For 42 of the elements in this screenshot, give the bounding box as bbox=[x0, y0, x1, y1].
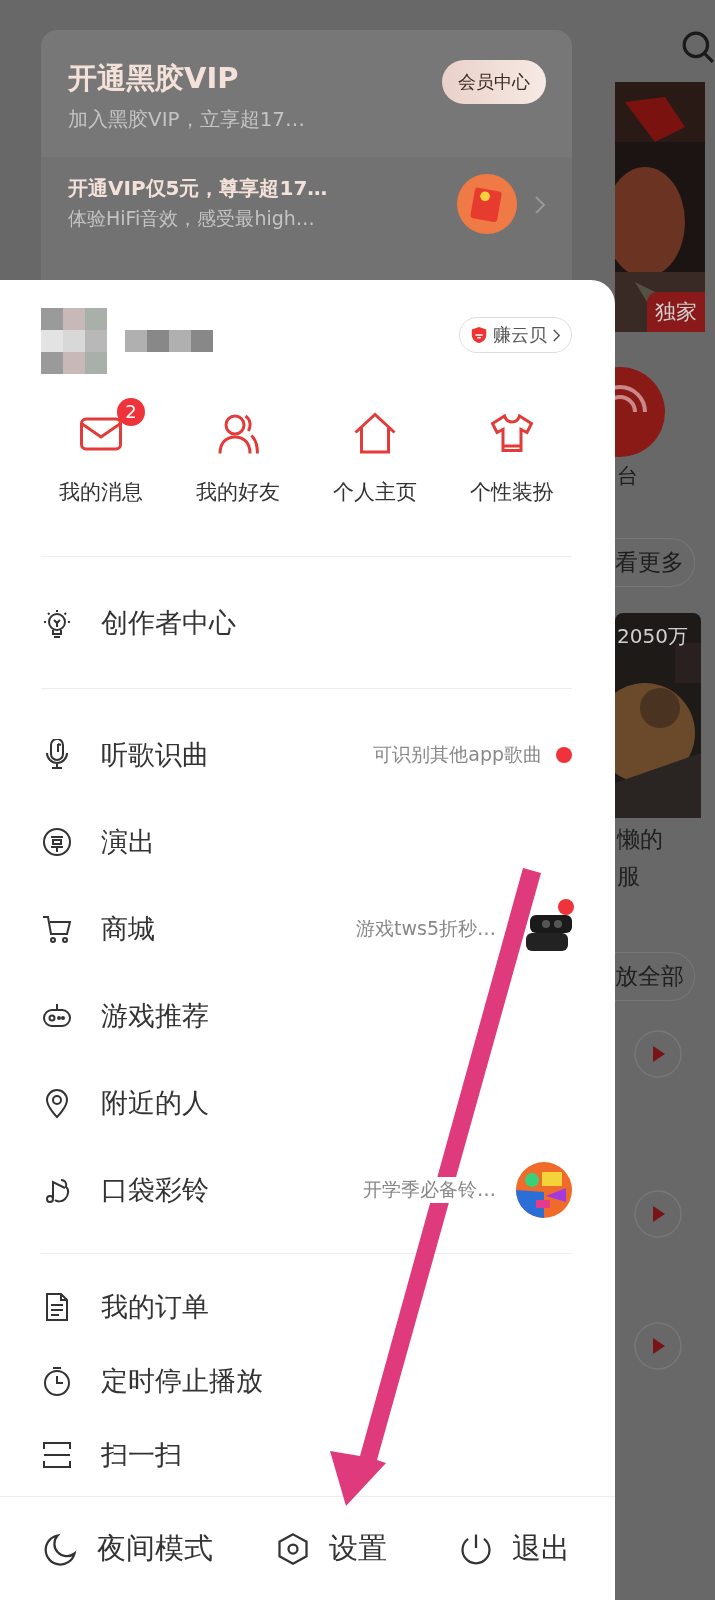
menu-item[interactable]: 扫一扫 bbox=[41, 1418, 182, 1492]
ticket-icon bbox=[41, 825, 73, 858]
play-icon bbox=[633, 1029, 683, 1079]
menu-item[interactable]: 附近的人 bbox=[41, 1059, 572, 1146]
play-icon bbox=[633, 1321, 683, 1371]
chevron-icon bbox=[552, 327, 561, 343]
playlist-caption: 服 bbox=[617, 862, 640, 891]
play-count: 2050万 bbox=[617, 623, 688, 650]
earn-coins-button[interactable]: 赚云贝 bbox=[459, 317, 572, 353]
play-icon bbox=[633, 1189, 683, 1239]
menu-item[interactable]: 我的订单 bbox=[41, 1270, 209, 1344]
menu-item[interactable]: 创作者中心 bbox=[41, 579, 572, 666]
promo-banner[interactable]: 开通VIP仅5元，尊享超17… 体验HiFi音效，感受最high… bbox=[41, 157, 572, 280]
settings-icon bbox=[275, 1530, 311, 1567]
menu-item[interactable]: 游戏推荐 bbox=[41, 972, 572, 1059]
menu-item[interactable]: 定时停止播放 bbox=[41, 1344, 263, 1418]
shortcut-item[interactable]: 个性装扮 bbox=[452, 396, 572, 556]
member-center-button[interactable]: 会员中心 bbox=[442, 60, 546, 104]
count-badge: 2 bbox=[117, 398, 145, 426]
vip-subtitle: 加入黑胶VIP，立享超17… bbox=[68, 106, 306, 133]
menu-item[interactable]: 听歌识曲 可识别其他app歌曲 bbox=[41, 711, 572, 798]
bar-button[interactable]: 夜间模式 bbox=[43, 1528, 213, 1569]
exclusive-tag: 独家 bbox=[647, 292, 705, 332]
envelope-icon bbox=[456, 173, 518, 235]
shortcut-item[interactable]: 2 我的消息 bbox=[41, 396, 161, 556]
search-icon bbox=[681, 30, 715, 64]
item-detail: 开学季必备铃… bbox=[363, 1176, 496, 1203]
radio-label: 台 bbox=[617, 463, 638, 490]
bar-button[interactable]: 退出 bbox=[458, 1528, 570, 1569]
bar-button[interactable]: 设置 bbox=[275, 1528, 387, 1569]
chevron-icon bbox=[534, 195, 546, 215]
promo-subtitle: 体验HiFi音效，感受最high… bbox=[68, 206, 316, 231]
shortcut-item[interactable]: 个人主页 bbox=[315, 396, 435, 556]
menu-item[interactable]: 口袋彩铃 开学季必备铃… bbox=[41, 1146, 572, 1233]
shortcut-item[interactable]: 我的好友 bbox=[178, 396, 298, 556]
playlist-caption: 懒的 bbox=[617, 825, 663, 854]
timer-icon bbox=[41, 1365, 73, 1397]
promo-title: 开通VIP仅5元，尊享超17… bbox=[68, 175, 328, 202]
menu-item[interactable]: 演出 bbox=[41, 798, 572, 885]
scan-icon bbox=[41, 1439, 73, 1471]
vip-title: 开通黑胶VIP bbox=[68, 60, 240, 97]
shield-icon bbox=[470, 326, 488, 344]
